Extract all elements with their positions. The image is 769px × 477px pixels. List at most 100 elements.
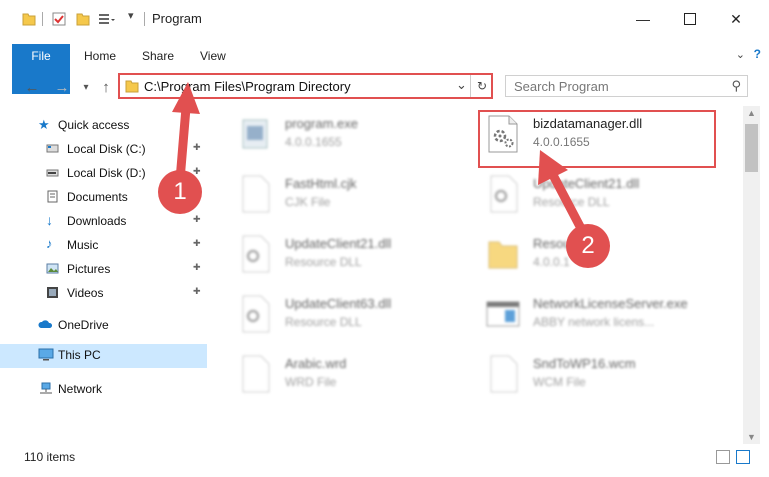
scroll-down-icon[interactable]: ▼ — [747, 432, 756, 442]
arrow-up-icon: ↑ — [102, 79, 110, 96]
sidebar-item-pictures[interactable]: Pictures ✚ — [0, 258, 207, 280]
tab-home[interactable]: Home — [84, 44, 116, 68]
file-name: SndToWP16.wcm — [533, 356, 636, 371]
sidebar-item-local-disk-c[interactable]: Local Disk (C:) ✚ — [0, 138, 207, 160]
search-icon: ⚲ — [731, 78, 741, 93]
star-icon: ★ — [38, 117, 50, 132]
sidebar-item-label: Pictures — [67, 262, 111, 276]
sidebar-item-videos[interactable]: Videos ✚ — [0, 282, 207, 304]
sidebar-item-quick-access[interactable]: ★ Quick access — [0, 114, 207, 136]
expand-ribbon-icon[interactable]: ⌄ — [736, 48, 745, 61]
sidebar-item-onedrive[interactable]: OneDrive — [0, 314, 207, 336]
downloads-icon: ↓ — [46, 212, 53, 228]
minimize-button[interactable]: — — [620, 0, 666, 38]
sidebar-item-music[interactable]: ♪ Music ✚ — [0, 234, 207, 256]
customize-toolbar-icon[interactable] — [98, 11, 116, 27]
file-type: WRD File — [285, 375, 337, 389]
up-button[interactable]: ↑ — [96, 78, 116, 98]
file-item[interactable]: program.exe 4.0.0.1655 — [237, 110, 487, 160]
pin-icon[interactable]: ✚ — [193, 263, 201, 272]
details-view-icon[interactable] — [716, 450, 730, 464]
exe-icon — [242, 119, 268, 149]
network-icon — [40, 382, 52, 394]
sidebar-item-label: OneDrive — [58, 318, 109, 332]
file-type: CJK File — [285, 195, 331, 209]
new-folder-icon[interactable] — [76, 11, 90, 27]
file-item[interactable]: NetworkLicenseServer.exe ABBY network li… — [485, 290, 735, 340]
ribbon: File Home Share View ⌄ ? — [0, 44, 769, 94]
maximize-icon — [684, 13, 696, 25]
file-name: Arabic.wrd — [285, 356, 347, 371]
sidebar-item-this-pc[interactable]: This PC — [0, 344, 207, 368]
sidebar-item-label: Local Disk (C:) — [67, 142, 146, 156]
window-title: Program — [152, 11, 202, 26]
chevron-down-icon[interactable]: ⌄ — [456, 77, 467, 93]
pin-icon[interactable]: ✚ — [193, 215, 201, 224]
vertical-scrollbar[interactable]: ▲ ▼ — [743, 106, 760, 444]
file-item[interactable]: Arabic.wrd WRD File — [237, 350, 487, 400]
computer-icon — [38, 348, 54, 361]
dll-gear-icon — [242, 295, 270, 333]
pin-icon[interactable]: ✚ — [193, 239, 201, 248]
file-item[interactable]: UpdateClient21.dll Resource DLL — [237, 230, 487, 280]
step-badge-1: 1 — [158, 170, 202, 214]
folder-icon — [125, 80, 139, 93]
file-item[interactable]: Resou 4.0.0.1 — [485, 230, 735, 280]
step-badge-2: 2 — [566, 224, 610, 268]
recent-locations-button[interactable]: ▾ — [76, 78, 96, 98]
file-highlight-box — [478, 110, 716, 168]
cloud-icon — [38, 320, 53, 328]
file-item[interactable]: UpdateClient21.dll Resource DLL — [485, 170, 735, 220]
forward-button[interactable]: → — [52, 78, 72, 98]
file-name: FastHtml.cjk — [285, 176, 357, 191]
refresh-button[interactable]: ↻ — [470, 75, 493, 97]
blank-file-icon — [490, 355, 518, 393]
file-name: UpdateClient63.dll — [285, 296, 392, 311]
pin-icon[interactable]: ✚ — [193, 167, 201, 176]
drive-icon — [46, 144, 59, 153]
search-box[interactable]: Search Program ⚲ — [505, 75, 748, 97]
file-type: WCM File — [533, 375, 586, 389]
sidebar-item-network[interactable]: Network — [0, 378, 207, 400]
navigation-pane: ★ Quick access Local Disk (C:) ✚ Local D… — [0, 106, 207, 444]
sidebar-item-label: This PC — [58, 348, 101, 362]
address-path[interactable]: C:\Program Files\Program Directory — [144, 79, 351, 94]
back-button[interactable]: ← — [22, 78, 42, 98]
scroll-thumb[interactable] — [745, 124, 758, 172]
pin-icon[interactable]: ✚ — [193, 143, 201, 152]
properties-icon[interactable] — [52, 11, 66, 27]
tab-share[interactable]: Share — [142, 44, 174, 68]
documents-icon — [47, 190, 58, 203]
pictures-icon — [46, 263, 59, 274]
address-bar[interactable]: C:\Program Files\Program Directory ⌄ ↻ — [118, 73, 493, 99]
scroll-up-icon[interactable]: ▲ — [747, 108, 756, 118]
sidebar-item-label: Music — [67, 238, 99, 252]
sidebar-item-label: Network — [58, 382, 103, 396]
pin-icon[interactable]: ✚ — [193, 287, 201, 296]
maximize-button[interactable] — [667, 0, 713, 38]
arrow-right-icon: → — [54, 79, 70, 96]
close-icon: ✕ — [730, 10, 742, 27]
chevron-down-icon[interactable]: ▾ — [128, 9, 134, 25]
minimize-icon: — — [636, 11, 650, 27]
sidebar-item-label: Local Disk (D:) — [67, 166, 146, 180]
tab-view[interactable]: View — [200, 44, 226, 68]
close-button[interactable]: ✕ — [713, 0, 759, 38]
large-icons-view-icon[interactable] — [736, 450, 750, 464]
file-item[interactable]: FastHtml.cjk CJK File — [237, 170, 487, 220]
arrow-left-icon: ← — [24, 79, 40, 96]
title-bar: ▾ Program — ✕ — [0, 0, 769, 38]
folder-icon — [22, 13, 36, 26]
exe-window-icon — [486, 301, 520, 327]
file-version: 4.0.0.1655 — [285, 135, 342, 149]
file-item[interactable]: UpdateClient63.dll Resource DLL — [237, 290, 487, 340]
file-name: UpdateClient21.dll — [285, 236, 392, 251]
sidebar-item-label: Quick access — [58, 118, 130, 132]
blank-file-icon — [242, 175, 270, 213]
help-icon[interactable]: ? — [754, 47, 761, 61]
file-type: Resource DLL — [285, 255, 362, 269]
chevron-down-icon: ▾ — [83, 82, 89, 93]
file-description: ABBY network licens... — [533, 315, 655, 329]
file-name: UpdateClient21.dll — [533, 176, 640, 191]
file-item[interactable]: SndToWP16.wcm WCM File — [485, 350, 735, 400]
